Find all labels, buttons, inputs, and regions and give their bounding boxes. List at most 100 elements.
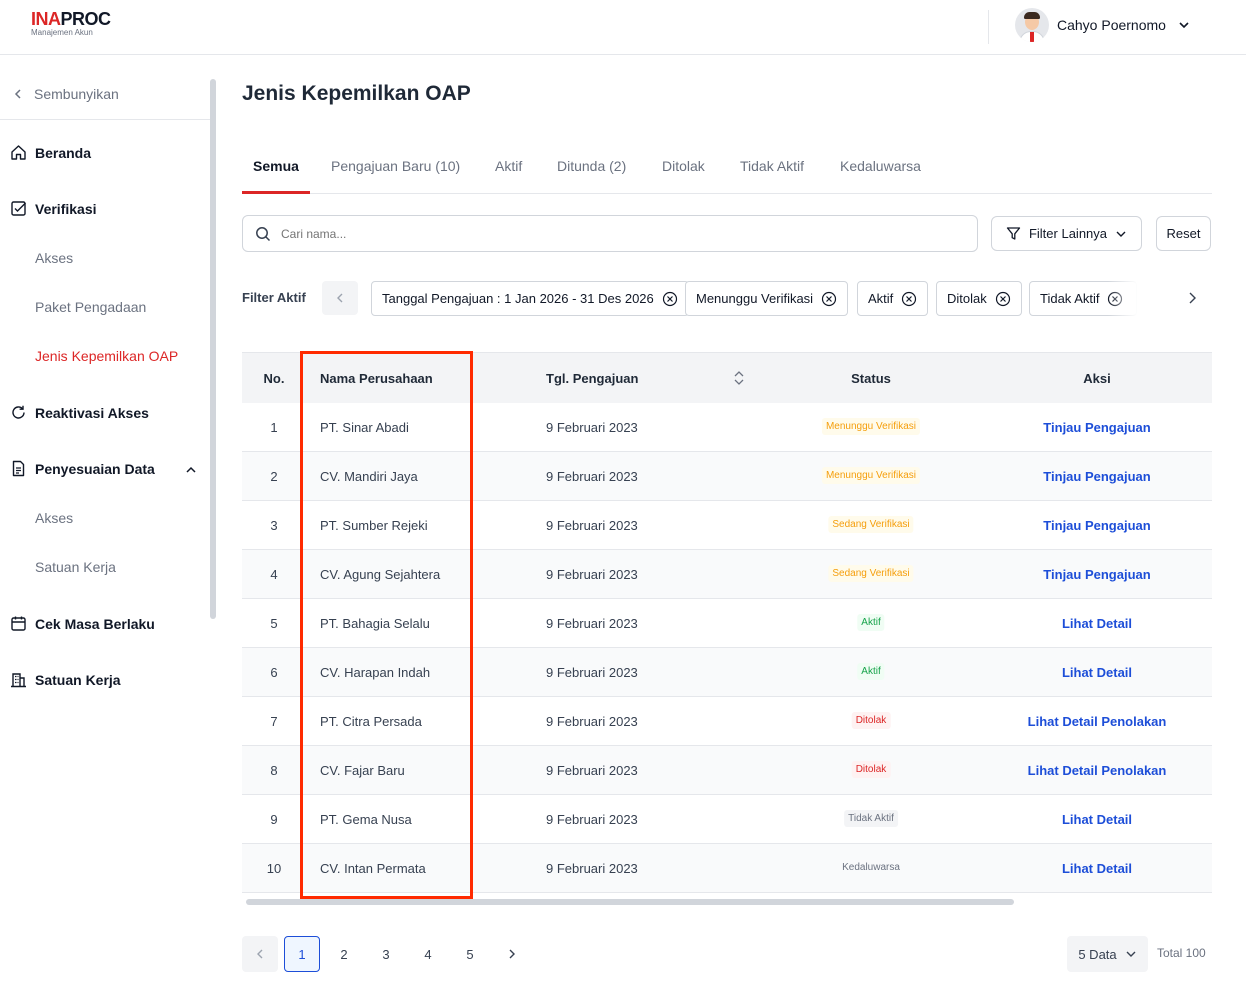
- user-name: Cahyo Poernomo: [1057, 17, 1166, 33]
- prev-page-button[interactable]: [242, 936, 278, 972]
- sidebar-item-penyesuaian-data[interactable]: Penyesuaian Data: [10, 460, 155, 477]
- sidebar-item-label: Satuan Kerja: [35, 671, 121, 688]
- sidebar-scrollbar[interactable]: [210, 79, 216, 619]
- submission-date: 9 Februari 2023: [546, 616, 638, 631]
- chevron-up-icon[interactable]: [184, 463, 198, 477]
- logo-subtitle: Manajemen Akun: [31, 28, 93, 37]
- status-badge: Ditolak: [851, 712, 891, 729]
- chevron-left-icon: [337, 293, 343, 303]
- search-input[interactable]: [281, 226, 881, 241]
- filter-chip-label: Tidak Aktif: [1040, 291, 1100, 306]
- status-badge: Menunggu Verifikasi: [821, 418, 921, 435]
- building-icon: [11, 673, 26, 688]
- row-action-link[interactable]: Tinjau Pengajuan: [1043, 420, 1150, 435]
- top-bar: INAPROC Manajemen Akun Cahyo Poernomo: [0, 0, 1246, 55]
- tab-pengajuan-baru[interactable]: Pengajuan Baru (10): [331, 158, 460, 174]
- column-header-aksi: Aksi: [1083, 371, 1111, 386]
- page-size-select[interactable]: 5 Data: [1067, 936, 1148, 972]
- submission-date: 9 Februari 2023: [546, 665, 638, 680]
- sidebar-subitem-akses[interactable]: Akses: [35, 250, 73, 266]
- home-icon: [11, 145, 26, 160]
- status-badge: Kedaluwarsa: [842, 862, 900, 873]
- close-circle-icon[interactable]: [901, 291, 917, 307]
- next-page-button[interactable]: [494, 936, 530, 972]
- sidebar-subitem-jenis-kepemilikan-oap[interactable]: Jenis Kepemilkan OAP: [35, 348, 178, 364]
- total-count: Total 100: [1157, 946, 1206, 960]
- tab-aktif[interactable]: Aktif: [495, 158, 522, 174]
- row-action-link[interactable]: Tinjau Pengajuan: [1043, 567, 1150, 582]
- page-button-5[interactable]: 5: [452, 936, 488, 972]
- hide-sidebar-button[interactable]: Sembunyikan: [0, 68, 210, 120]
- row-number: 3: [270, 518, 278, 533]
- filter-icon: [1006, 227, 1021, 240]
- reset-button[interactable]: Reset: [1156, 216, 1211, 251]
- chevron-right-icon[interactable]: [1184, 290, 1200, 306]
- status-tabs: Semua Pengajuan Baru (10) Aktif Ditunda …: [242, 150, 1212, 194]
- tab-tidak-aktif[interactable]: Tidak Aktif: [740, 158, 804, 174]
- check-square-icon: [11, 201, 26, 216]
- row-action-link[interactable]: Lihat Detail: [1062, 665, 1132, 680]
- sidebar-item-verifikasi[interactable]: Verifikasi: [10, 200, 97, 217]
- filter-chip-tanggal[interactable]: Tanggal Pengajuan : 1 Jan 2026 - 31 Des …: [371, 281, 689, 316]
- row-action-link[interactable]: Lihat Detail: [1062, 812, 1132, 827]
- filter-chip-aktif[interactable]: Aktif: [857, 281, 929, 316]
- sidebar-subitem-akses-2[interactable]: Akses: [35, 510, 73, 526]
- tab-kedaluwarsa[interactable]: Kedaluwarsa: [840, 158, 921, 174]
- status-badge: Sedang Verifikasi: [828, 565, 914, 582]
- avatar: [1015, 8, 1049, 42]
- tab-ditolak[interactable]: Ditolak: [662, 158, 705, 174]
- sort-icon[interactable]: [732, 369, 746, 387]
- status-badge: Aktif: [857, 663, 885, 680]
- row-number: 9: [270, 812, 278, 827]
- sidebar-subitem-paket-pengadaan[interactable]: Paket Pengadaan: [35, 299, 146, 315]
- tab-ditunda[interactable]: Ditunda (2): [557, 158, 626, 174]
- row-number: 2: [270, 469, 278, 484]
- row-action-link[interactable]: Tinjau Pengajuan: [1043, 518, 1150, 533]
- submission-date: 9 Februari 2023: [546, 861, 638, 876]
- status-badge: Tidak Aktif: [844, 810, 898, 827]
- row-action-link[interactable]: Lihat Detail: [1062, 861, 1132, 876]
- column-header-no: No.: [263, 371, 285, 386]
- status-badge: Sedang Verifikasi: [828, 516, 914, 533]
- sidebar-item-reaktivasi-akses[interactable]: Reaktivasi Akses: [10, 404, 149, 421]
- document-icon: [12, 460, 25, 477]
- filter-lainnya-button[interactable]: Filter Lainnya: [991, 216, 1142, 251]
- close-circle-icon[interactable]: [662, 291, 678, 307]
- row-action-link[interactable]: Lihat Detail Penolakan: [1028, 714, 1167, 729]
- page-button-2[interactable]: 2: [326, 936, 362, 972]
- page-title: Jenis Kepemilkan OAP: [242, 82, 471, 105]
- table-horizontal-scrollbar[interactable]: [246, 899, 1014, 905]
- row-action-link[interactable]: Tinjau Pengajuan: [1043, 469, 1150, 484]
- row-action-link[interactable]: Lihat Detail Penolakan: [1028, 763, 1167, 778]
- filter-chip-menunggu-verifikasi[interactable]: Menunggu Verifikasi: [685, 281, 849, 316]
- chevron-left-icon: [257, 949, 263, 959]
- status-badge: Ditolak: [851, 761, 891, 778]
- row-number: 5: [270, 616, 278, 631]
- sidebar-item-cek-masa-berlaku[interactable]: Cek Masa Berlaku: [10, 615, 155, 632]
- submission-date: 9 Februari 2023: [546, 420, 638, 435]
- sidebar-item-beranda[interactable]: Beranda: [10, 144, 91, 161]
- tab-semua[interactable]: Semua: [253, 158, 299, 174]
- filter-scroll-left-button[interactable]: [322, 281, 358, 315]
- filter-chip-label: Menunggu Verifikasi: [696, 291, 814, 306]
- close-circle-icon[interactable]: [995, 291, 1011, 307]
- close-circle-icon[interactable]: [821, 291, 837, 307]
- active-tab-indicator: [242, 191, 310, 194]
- inaproc-logo[interactable]: INAPROC Manajemen Akun: [31, 10, 111, 38]
- chevron-left-icon: [14, 88, 21, 99]
- row-number: 6: [270, 665, 278, 680]
- refresh-icon: [12, 405, 25, 419]
- search-box[interactable]: [242, 215, 978, 252]
- filter-chip-label: Ditolak: [947, 291, 987, 306]
- sidebar-item-satuan-kerja[interactable]: Satuan Kerja: [10, 671, 121, 688]
- page-button-1[interactable]: 1: [284, 936, 320, 972]
- chevron-right-icon: [509, 949, 515, 959]
- row-action-link[interactable]: Lihat Detail: [1062, 616, 1132, 631]
- page-button-4[interactable]: 4: [410, 936, 446, 972]
- status-badge: Aktif: [857, 614, 885, 631]
- page-button-3[interactable]: 3: [368, 936, 404, 972]
- user-menu[interactable]: Cahyo Poernomo: [1015, 7, 1190, 43]
- sidebar-item-label: Reaktivasi Akses: [35, 404, 149, 421]
- sidebar-subitem-satuan-kerja[interactable]: Satuan Kerja: [35, 559, 116, 575]
- filter-chip-ditolak[interactable]: Ditolak: [936, 281, 1022, 316]
